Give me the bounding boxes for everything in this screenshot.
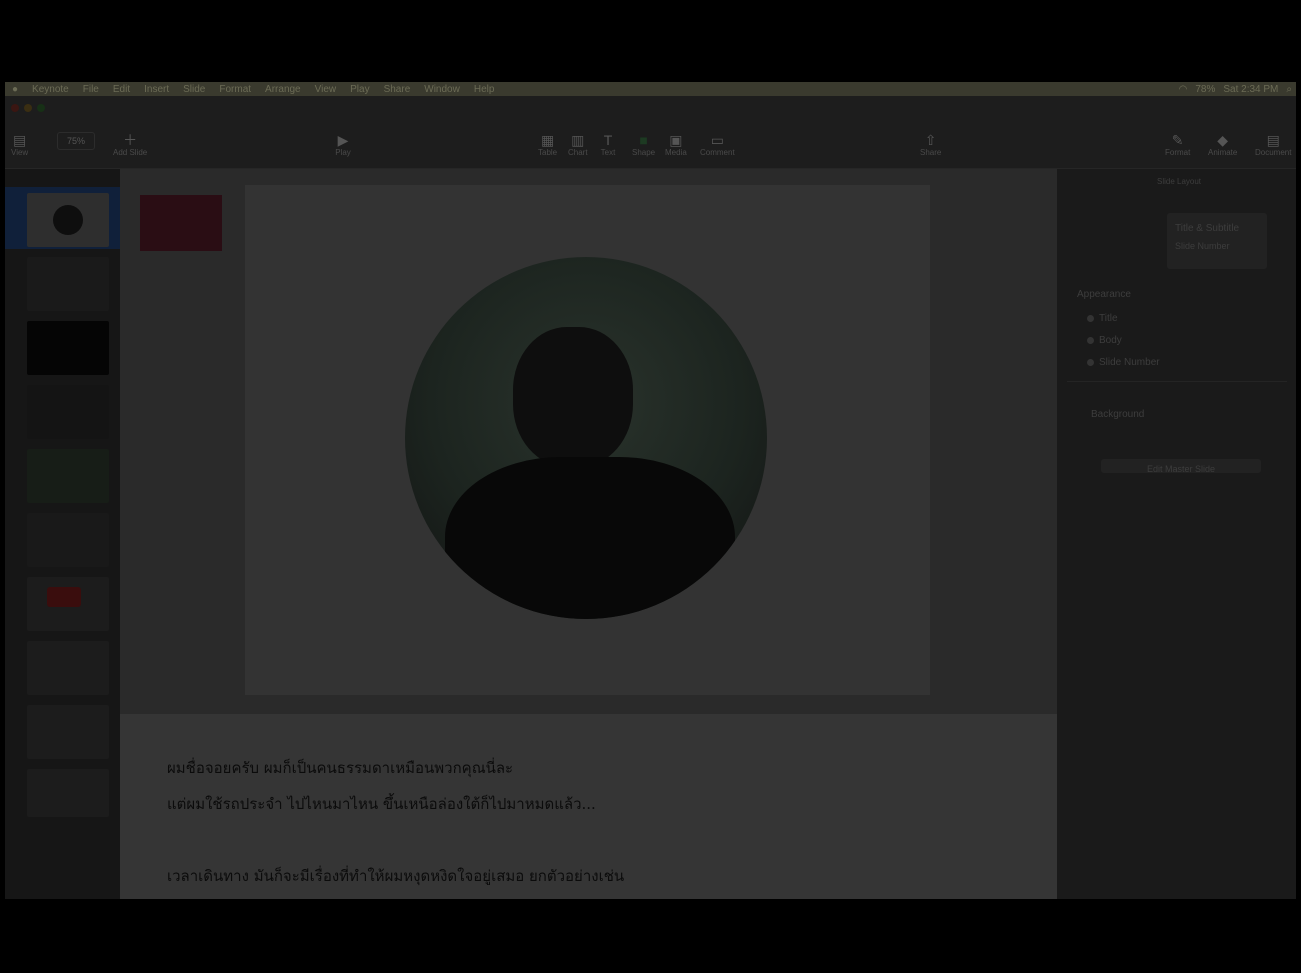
- shape-button[interactable]: ■ Shape: [632, 132, 655, 157]
- keynote-window: ● Keynote File Edit Insert Slide Format …: [5, 82, 1296, 899]
- view-icon: ▤: [12, 132, 27, 148]
- notes-line-3: เวลาเดินทาง มันก็จะมีเรื่องที่ทำให้ผมหงุ…: [167, 867, 625, 885]
- layout-card[interactable]: Title & Subtitle Slide Number: [1167, 213, 1267, 269]
- toolbar: ▤ View 75% ＋ Add Slide ▶ Play ▦ Table ▥ …: [5, 96, 1296, 169]
- notes-line-1: ผมชื่อจอยครับ ผมก็เป็นคนธรรมดาเหมือนพวกค…: [167, 759, 514, 777]
- current-slide[interactable]: [245, 185, 930, 695]
- layout-option: Slide Number: [1175, 241, 1230, 251]
- share-icon: ⇧: [924, 132, 937, 148]
- paintbrush-icon: ✎: [1171, 132, 1184, 148]
- close-window-icon[interactable]: [11, 104, 19, 112]
- chart-icon: ▥: [571, 132, 585, 148]
- animate-icon: ◆: [1217, 132, 1229, 148]
- canvas-ruler-marker: [140, 195, 222, 251]
- menu-insert[interactable]: Insert: [137, 84, 176, 95]
- notes-line-2: แต่ผมใช้รถประจำ ไปไหนมาไหน ขึ้นเหนือล่อง…: [167, 795, 596, 813]
- menu-file[interactable]: File: [76, 84, 106, 95]
- layout-name: Title & Subtitle: [1175, 223, 1240, 234]
- minimize-window-icon[interactable]: [24, 104, 32, 112]
- divider: [1067, 381, 1287, 382]
- wifi-icon[interactable]: ◠: [1179, 84, 1188, 95]
- battery-status[interactable]: 78%: [1195, 84, 1215, 95]
- zoom-window-icon[interactable]: [37, 104, 45, 112]
- menu-clock[interactable]: Sat 2:34 PM: [1223, 84, 1278, 95]
- animate-button[interactable]: ◆ Animate: [1208, 132, 1237, 157]
- checkbox-icon: [1087, 314, 1094, 322]
- menu-view[interactable]: View: [308, 84, 344, 95]
- slide-thumbnail[interactable]: [27, 321, 109, 375]
- window-controls: [11, 104, 45, 112]
- format-button[interactable]: ✎ Format: [1165, 132, 1190, 157]
- checkbox-icon: [1087, 358, 1094, 366]
- comment-button[interactable]: ▭ Comment: [700, 132, 735, 157]
- menu-share[interactable]: Share: [377, 84, 418, 95]
- view-button[interactable]: ▤ View: [11, 132, 28, 157]
- text-icon: T: [603, 132, 613, 148]
- slide-navigator: [5, 169, 120, 899]
- option-title[interactable]: Title: [1087, 313, 1118, 324]
- edit-master-slide-button[interactable]: Edit Master Slide: [1101, 459, 1261, 474]
- menu-format[interactable]: Format: [212, 84, 258, 95]
- portrait-photo[interactable]: [405, 257, 767, 619]
- option-body[interactable]: Body: [1087, 335, 1122, 346]
- format-inspector: Slide Layout Title & Subtitle Slide Numb…: [1057, 169, 1296, 899]
- slide-thumbnail[interactable]: [27, 641, 109, 695]
- checkbox-icon: [1087, 336, 1094, 344]
- photo-body-shape: [445, 457, 735, 619]
- menu-window[interactable]: Window: [417, 84, 467, 95]
- appearance-heading: Appearance: [1077, 289, 1131, 300]
- presenter-notes[interactable]: ผมชื่อจอยครับ ผมก็เป็นคนธรรมดาเหมือนพวกค…: [120, 714, 1057, 899]
- spotlight-icon[interactable]: ⌕: [1286, 84, 1292, 95]
- slide-thumbnail[interactable]: [27, 449, 109, 503]
- menu-help[interactable]: Help: [467, 84, 502, 95]
- slide-thumbnail[interactable]: [27, 705, 109, 759]
- slide-thumbnail[interactable]: [27, 193, 109, 247]
- document-button[interactable]: ▤ Document: [1255, 132, 1291, 157]
- slide-thumbnail[interactable]: [27, 577, 109, 631]
- media-button[interactable]: ▣ Media: [665, 132, 687, 157]
- zoom-value: 75%: [57, 132, 95, 150]
- table-button[interactable]: ▦ Table: [538, 132, 557, 157]
- add-slide-button[interactable]: ＋ Add Slide: [113, 132, 147, 157]
- shape-icon: ■: [639, 132, 648, 148]
- photo-head-shape: [513, 327, 633, 467]
- background-label: Background: [1091, 409, 1145, 420]
- share-button[interactable]: ⇧ Share: [920, 132, 941, 157]
- apple-menu-icon[interactable]: ●: [5, 84, 25, 95]
- play-icon: ▶: [337, 132, 349, 148]
- thumbnail-portrait: [53, 205, 83, 235]
- menu-edit[interactable]: Edit: [106, 84, 137, 95]
- text-button[interactable]: T Text: [600, 132, 616, 157]
- menu-play[interactable]: Play: [343, 84, 376, 95]
- slide-thumbnail[interactable]: [27, 769, 109, 817]
- slide-canvas: [120, 169, 1057, 714]
- chart-button[interactable]: ▥ Chart: [568, 132, 588, 157]
- menu-slide[interactable]: Slide: [176, 84, 212, 95]
- menu-keynote[interactable]: Keynote: [25, 84, 76, 95]
- play-button[interactable]: ▶ Play: [335, 132, 351, 157]
- comment-icon: ▭: [710, 132, 724, 148]
- document-icon: ▤: [1266, 132, 1280, 148]
- option-slide-number[interactable]: Slide Number: [1087, 357, 1160, 368]
- inspector-tab-slide-layout[interactable]: Slide Layout: [1157, 177, 1201, 186]
- plus-icon: ＋: [123, 132, 138, 148]
- table-icon: ▦: [540, 132, 555, 148]
- menu-bar: ● Keynote File Edit Insert Slide Format …: [5, 82, 1296, 96]
- slide-thumbnail[interactable]: [27, 385, 109, 439]
- media-icon: ▣: [669, 132, 683, 148]
- menu-arrange[interactable]: Arrange: [258, 84, 308, 95]
- slide-thumbnail[interactable]: [27, 257, 109, 311]
- thumbnail-speech-bubble: [47, 587, 81, 607]
- zoom-control[interactable]: 75%: [57, 132, 95, 150]
- slide-thumbnail[interactable]: [27, 513, 109, 567]
